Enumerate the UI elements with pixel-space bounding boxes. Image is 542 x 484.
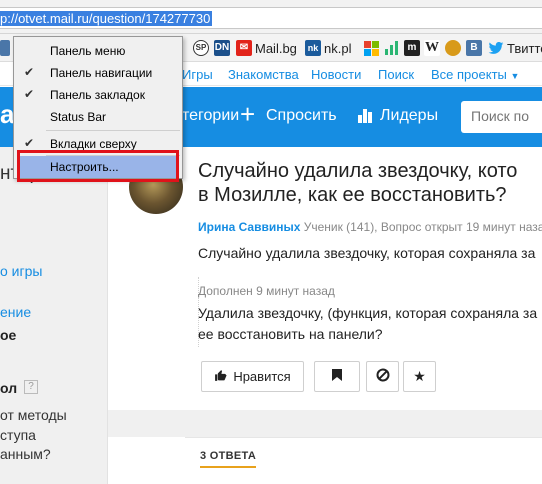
bookmark-nkpl[interactable]: nk nk.pl <box>305 38 351 58</box>
leaders-link[interactable]: Лидеры <box>380 107 438 125</box>
author-name[interactable]: Ирина Саввиных <box>198 220 300 234</box>
bookmark-label: Твитте <box>507 40 542 56</box>
menu-separator <box>46 130 180 131</box>
topnav-news[interactable]: Новости <box>311 67 361 82</box>
menu-item-bookmarks-toolbar[interactable]: ✔ Панель закладок <box>14 84 182 106</box>
leaders-icon <box>357 107 373 126</box>
url-bar-row: p://otvet.mail.ru/question/174277730 <box>0 0 542 34</box>
bookmark-sp[interactable]: SP <box>193 38 209 58</box>
topnav-all-projects-label: Все проекты <box>431 67 507 82</box>
question-meta: Ирина Саввиных Ученик (141), Вопрос откр… <box>198 220 542 234</box>
chevron-down-icon: ▼ <box>510 71 520 81</box>
report-button[interactable] <box>366 361 399 392</box>
topnav-dating[interactable]: Знакомства <box>228 67 299 82</box>
bookmark-coins[interactable] <box>445 38 461 58</box>
added-text: Удалила звездочку, (функция, которая сох… <box>198 303 542 345</box>
bookmark-twitter[interactable]: Твитте <box>488 38 542 58</box>
checkmark-icon: ✔ <box>24 136 35 150</box>
star-icon: ★ <box>413 368 426 384</box>
sidebar-text: от методы <box>0 407 67 423</box>
sidebar-text: анным? <box>0 446 51 462</box>
menu-item-label: Панель навигации <box>50 66 153 80</box>
checkmark-icon: ✔ <box>24 65 35 79</box>
bookmark-wikipedia[interactable]: W <box>424 38 440 58</box>
categories-link[interactable]: тегории <box>182 107 239 125</box>
wikipedia-icon: W <box>424 40 440 56</box>
bookmark-vk[interactable]: B <box>466 38 482 58</box>
meta-text: Ученик (141), Вопрос открыт 19 минут наз… <box>300 220 542 234</box>
question-title-line: в Мозилле, как ее восстановить? <box>198 184 507 206</box>
bookmark-ahrefs[interactable] <box>384 38 400 58</box>
question-body: Случайно удалила звездочку, которая сохр… <box>198 245 536 261</box>
mailbg-icon: ✉ <box>236 40 252 56</box>
question-title: Случайно удалила звездочку, кото в Мозил… <box>198 159 542 207</box>
sidebar-section-title: ол <box>0 380 18 396</box>
content-separator <box>108 410 542 437</box>
annotation-highlight-box <box>17 150 179 182</box>
help-icon[interactable]: ? <box>24 380 38 394</box>
block-icon <box>376 368 390 385</box>
bookmark-windows[interactable] <box>364 38 379 58</box>
sidebar-text: ступа <box>0 427 36 443</box>
search-input[interactable] <box>461 101 542 131</box>
dn-icon: DN <box>214 40 230 56</box>
sidebar-link-ention[interactable]: ение <box>0 304 31 320</box>
sidebar-bold-text: ое <box>0 327 17 343</box>
bookmark-mailbg[interactable]: ✉ Mail.bg <box>236 38 297 58</box>
sidebar-link-games[interactable]: о игры <box>0 263 42 279</box>
bookmark-dn[interactable]: DN <box>214 38 230 58</box>
bookmark-button[interactable] <box>314 361 360 392</box>
bookmark-label: Mail.bg <box>255 40 297 56</box>
bookmark-label: nk.pl <box>324 40 352 56</box>
ahrefs-icon <box>384 40 400 56</box>
vk-icon: B <box>466 40 482 56</box>
answers-tab[interactable]: 3 ОТВЕТА <box>200 450 256 462</box>
search-box <box>461 101 542 133</box>
active-tab-indicator <box>200 466 256 468</box>
bookmark-m[interactable]: m <box>404 38 420 58</box>
added-label: Дополнен 9 минут назад <box>198 284 335 298</box>
url-field[interactable]: p://otvet.mail.ru/question/174277730 <box>0 7 542 29</box>
thumbs-up-icon <box>214 369 227 385</box>
topnav-search[interactable]: Поиск <box>378 67 414 82</box>
menu-item-status-bar[interactable]: Status Bar <box>14 106 182 128</box>
menu-item-label: Панель меню <box>50 44 126 58</box>
star-button[interactable]: ★ <box>403 361 436 392</box>
like-button[interactable]: Нравится <box>201 361 304 392</box>
plus-icon: + <box>240 99 256 129</box>
menu-item-label: Вкладки сверху <box>50 137 137 151</box>
menu-item-navigation-toolbar[interactable]: ✔ Панель навигации <box>14 62 182 84</box>
twitter-icon <box>488 40 504 56</box>
sp-icon: SP <box>193 40 209 56</box>
url-text[interactable]: p://otvet.mail.ru/question/174277730 <box>0 11 213 26</box>
menu-item-label: Панель закладок <box>50 88 145 102</box>
added-text-line: Удалила звездочку, (функция, которая сох… <box>198 305 538 321</box>
nk-icon: nk <box>305 40 321 56</box>
bookmark-favicon-icon <box>0 40 10 56</box>
question-title-line: Случайно удалила звездочку, кото <box>198 160 518 182</box>
added-text-line: ее восстановить на панели? <box>198 326 383 342</box>
bookmark-flag-icon <box>332 369 342 384</box>
left-sidebar: нтересно? о игры ение ое ол ? от методы … <box>0 147 108 484</box>
windows-icon <box>364 40 379 56</box>
like-label: Нравится <box>233 369 291 384</box>
m-icon: m <box>404 40 420 56</box>
menu-item-label: Status Bar <box>50 110 107 124</box>
menu-item-menu-bar[interactable]: Панель меню <box>14 40 182 62</box>
checkmark-icon: ✔ <box>24 87 35 101</box>
topnav-games[interactable]: Игры <box>182 67 213 82</box>
coins-icon <box>445 40 461 56</box>
bookmark-item[interactable] <box>0 38 10 58</box>
topnav-all-projects[interactable]: Все проекты ▼ <box>431 67 519 82</box>
ask-button[interactable]: Спросить <box>266 107 337 125</box>
